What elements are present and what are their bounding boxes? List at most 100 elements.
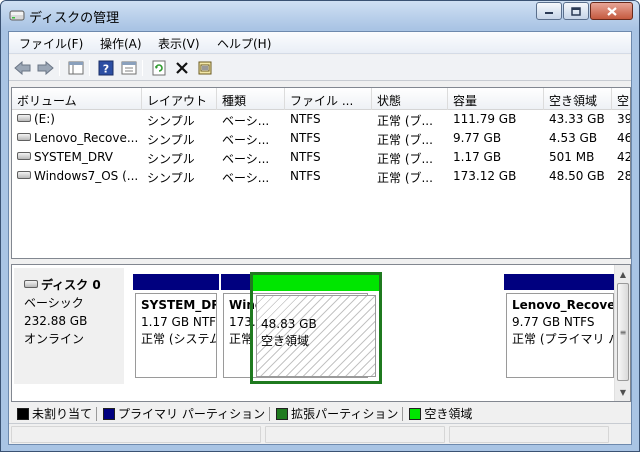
refresh-icon (152, 60, 166, 76)
legend: 未割り当て プライマリ パーティション 拡張パーティション 空き領域 (11, 402, 631, 422)
partition-info: 1.17 GB NTFS (141, 315, 217, 329)
column-header-filesystem[interactable]: ファイル ... (285, 88, 372, 110)
menu-view[interactable]: 表示(V) (158, 35, 200, 52)
svg-text:?: ? (103, 63, 109, 76)
disk-management-app-icon (9, 7, 25, 23)
title-bar[interactable]: ディスクの管理 (1, 1, 639, 29)
free-space-cell: 43.33 GB (549, 112, 605, 126)
close-icon (606, 6, 617, 16)
capacity-cell: 1.17 GB (453, 150, 502, 164)
disk-graphical-view[interactable]: ディスク 0 ベーシック 232.88 GB オンライン SYSTEM_DR 1… (11, 264, 631, 402)
partition-type-bar (133, 274, 219, 290)
disk-management-window: ディスクの管理 ファイル(F) 操作(A) 表示(V) ヘルプ(H) ? ボリュ… (0, 0, 640, 452)
column-header-free-percent[interactable]: 空き (612, 88, 630, 110)
column-header-layout[interactable]: レイアウト (142, 88, 217, 110)
volume-row[interactable]: Lenovo_Recove... シンプル ベーシ... NTFS 正常 (ブ.… (12, 129, 631, 148)
free-space-area[interactable]: 48.83 GB 空き領域 (256, 295, 376, 377)
toolbar: ? (9, 55, 631, 81)
partition-status: 正常 (システム (141, 332, 217, 346)
volume-row[interactable]: SYSTEM_DRV シンプル ベーシ... NTFS 正常 (ブ... 1.1… (12, 148, 631, 167)
legend-label-free-space: 空き領域 (424, 407, 473, 421)
status-cell: 正常 (ブ... (377, 152, 433, 166)
volume-name: Windows7_OS (... (34, 169, 139, 183)
partition-name: Lenovo_Recover (512, 298, 614, 312)
partition-system-drv[interactable]: SYSTEM_DR 1.17 GB NTFS 正常 (システム (133, 274, 219, 382)
volume-name: SYSTEM_DRV (34, 150, 113, 164)
disk-view-vertical-scrollbar[interactable]: ▲ ≡ ▼ (614, 265, 630, 401)
volume-list-header: ボリューム レイアウト 種類 ファイル ... 状態 容量 空き領域 空き (12, 88, 630, 110)
scroll-up-button[interactable]: ▲ (615, 266, 630, 282)
drive-icon (17, 133, 31, 141)
free-percent-cell: 46 (617, 131, 631, 145)
disk-size: 232.88 GB (24, 314, 88, 328)
status-cell: 正常 (ブ... (377, 114, 433, 128)
free-percent-cell: 28 (617, 169, 631, 183)
free-percent-cell: 42 (617, 150, 631, 164)
menu-bar: ファイル(F) 操作(A) 表示(V) ヘルプ(H) (9, 32, 631, 54)
volume-row[interactable]: Windows7_OS (... シンプル ベーシ... NTFS 正常 (ブ.… (12, 167, 631, 186)
column-header-type[interactable]: 種類 (217, 88, 285, 110)
volume-name: (E:) (34, 112, 55, 126)
disk-type: ベーシック (24, 296, 84, 310)
drive-icon (17, 171, 31, 179)
scroll-down-button[interactable]: ▼ (615, 384, 630, 400)
minimize-icon (545, 12, 553, 14)
legend-label-extended: 拡張パーティション (291, 407, 399, 421)
column-header-volume[interactable]: ボリューム (12, 88, 142, 110)
maximize-button[interactable] (563, 2, 589, 20)
free-space-cell: 4.53 GB (549, 131, 598, 145)
volume-list[interactable]: ボリューム レイアウト 種類 ファイル ... 状態 容量 空き領域 空き (E… (11, 87, 631, 259)
free-space-bar (253, 275, 379, 291)
delete-button[interactable] (172, 58, 192, 78)
status-pane (11, 426, 261, 443)
help-icon: ? (98, 60, 114, 76)
filesystem-cell: NTFS (290, 112, 321, 126)
window-title: ディスクの管理 (29, 11, 120, 26)
forward-button[interactable] (35, 58, 55, 78)
filesystem-cell: NTFS (290, 131, 321, 145)
forward-icon (37, 61, 54, 75)
status-bar (9, 423, 631, 444)
help-button[interactable]: ? (96, 58, 116, 78)
legend-swatch-primary (103, 408, 116, 420)
capacity-cell: 9.77 GB (453, 131, 502, 145)
export-button[interactable] (195, 58, 215, 78)
back-button[interactable] (13, 58, 33, 78)
delete-icon (176, 62, 188, 74)
volume-name: Lenovo_Recove... (34, 131, 139, 145)
maximize-icon (571, 6, 581, 16)
type-cell: ベーシ... (222, 133, 270, 147)
close-button[interactable] (590, 2, 633, 20)
disk-info-panel[interactable]: ディスク 0 ベーシック 232.88 GB オンライン (14, 268, 124, 384)
type-cell: ベーシ... (222, 114, 270, 128)
status-pane (449, 426, 609, 443)
legend-label-unallocated: 未割り当て (32, 407, 93, 421)
layout-cell: シンプル (147, 171, 195, 185)
properties-button[interactable] (119, 58, 139, 78)
column-header-free-space[interactable]: 空き領域 (544, 88, 612, 110)
column-header-capacity[interactable]: 容量 (448, 88, 544, 110)
console-tree-button[interactable] (66, 58, 86, 78)
free-percent-cell: 39 (617, 112, 631, 126)
capacity-cell: 111.79 GB (453, 112, 517, 126)
layout-cell: シンプル (147, 133, 195, 147)
layout-cell: シンプル (147, 114, 195, 128)
legend-swatch-unallocated (17, 408, 29, 420)
free-space-cell: 48.50 GB (549, 169, 605, 183)
column-header-status[interactable]: 状態 (372, 88, 448, 110)
minimize-button[interactable] (536, 2, 562, 20)
legend-label-primary: プライマリ パーティション (118, 407, 266, 421)
type-cell: ベーシ... (222, 171, 270, 185)
drive-icon (17, 114, 31, 122)
refresh-button[interactable] (149, 58, 169, 78)
menu-action[interactable]: 操作(A) (100, 35, 142, 52)
disk-icon (24, 280, 38, 288)
console-tree-icon (68, 61, 84, 75)
scrollbar-thumb[interactable]: ≡ (617, 283, 629, 381)
menu-help[interactable]: ヘルプ(H) (217, 35, 271, 52)
extended-partition[interactable]: 48.83 GB 空き領域 (250, 272, 382, 384)
partition-lenovo-recovery[interactable]: Lenovo_Recover 9.77 GB NTFS 正常 (プライマリ パ (504, 274, 616, 382)
volume-row[interactable]: (E:) シンプル ベーシ... NTFS 正常 (ブ... 111.79 GB… (12, 110, 631, 129)
menu-file[interactable]: ファイル(F) (19, 35, 83, 52)
drive-icon (17, 152, 31, 160)
